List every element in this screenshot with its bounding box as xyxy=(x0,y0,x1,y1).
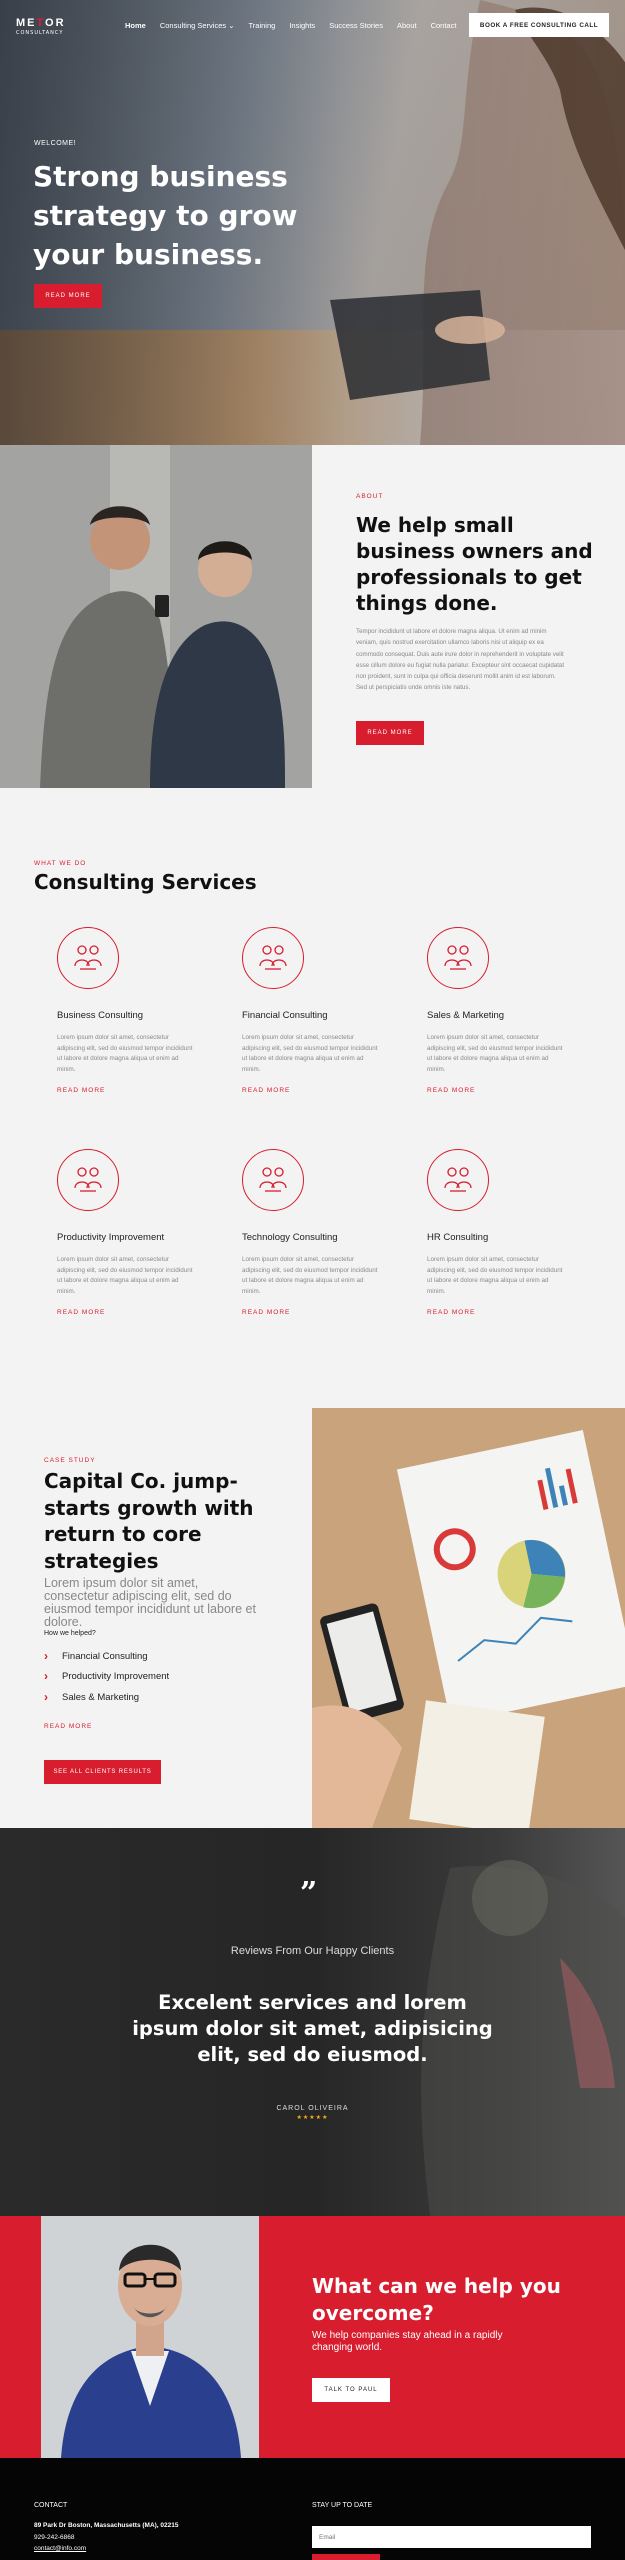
service-read-more-link[interactable]: READ MORE xyxy=(242,1087,392,1094)
testimonial-label: Reviews From Our Happy Clients xyxy=(230,1945,395,1957)
footer-email-link[interactable]: contact@info.com xyxy=(34,2545,86,2552)
cta-title: What can we help you overcome? xyxy=(312,2274,561,2325)
services-title: Consulting Services xyxy=(34,870,257,894)
services-eyebrow: WHAT WE DO xyxy=(34,860,87,867)
service-card: Business Consulting Lorem ipsum dolor si… xyxy=(57,927,207,1094)
testimonial-author: CAROL OLIVEIRA xyxy=(276,2105,349,2112)
hero-welcome: WELCOME! xyxy=(34,140,77,147)
case-study-title: Capital Co. jump-starts growth with retu… xyxy=(44,1469,254,1573)
footer-newsletter-heading: STAY UP TO DATE xyxy=(312,2502,373,2509)
service-read-more-link[interactable]: READ MORE xyxy=(427,1309,577,1316)
service-name: Financial Consulting xyxy=(242,1010,328,1021)
logo-subtitle: CONSULTANCY xyxy=(16,30,64,36)
service-name: Business Consulting xyxy=(57,1010,144,1021)
logo-text: OR xyxy=(45,17,66,29)
star-rating-icon: ★★★★★ xyxy=(296,2114,329,2121)
nav-item-home[interactable]: Home xyxy=(125,21,146,30)
cta-man-portrait-image xyxy=(41,2216,259,2458)
nav-item-about[interactable]: About xyxy=(397,21,417,30)
case-study-item-label: Productivity Improvement xyxy=(62,1670,170,1682)
cta-body: We help companies stay ahead in a rapidl… xyxy=(312,2330,503,2353)
service-desc: Lorem ipsum dolor sit amet, consectetur … xyxy=(242,1256,378,1295)
consultants-icon xyxy=(57,927,119,989)
service-card: Technology Consulting Lorem ipsum dolor … xyxy=(242,1149,392,1316)
logo[interactable]: METOR CONSULTANCY xyxy=(16,17,66,36)
service-read-more-link[interactable]: READ MORE xyxy=(57,1309,207,1316)
quote-icon: ” xyxy=(300,1876,318,1911)
hero-title: Strong business strategy to grow your bu… xyxy=(33,160,298,271)
service-read-more-link[interactable]: READ MORE xyxy=(427,1087,577,1094)
chevron-right-icon: › xyxy=(44,1649,48,1663)
about-body: Tempor incididunt ut labore et dolore ma… xyxy=(356,628,565,692)
consultants-icon xyxy=(242,1149,304,1211)
case-study-image xyxy=(312,1408,625,1828)
service-name: Sales & Marketing xyxy=(427,1010,505,1021)
see-all-clients-results-button[interactable]: SEE ALL CLIENTS RESULTS xyxy=(44,1760,161,1784)
case-study-item-label: Sales & Marketing xyxy=(62,1691,140,1703)
service-name: HR Consulting xyxy=(427,1232,489,1243)
nav-item-success-stories[interactable]: Success Stories xyxy=(329,21,383,30)
testimonial-quote: Excelent services and lorem ipsum dolor … xyxy=(132,1991,493,2066)
consultants-icon xyxy=(427,927,489,989)
case-study-list-item: › Financial Consulting xyxy=(44,1649,148,1663)
case-study-list-item: › Sales & Marketing xyxy=(44,1690,139,1704)
footer-address: 89 Park Dr Boston, Massachusetts (MA), 0… xyxy=(34,2522,179,2529)
nav-item-training[interactable]: Training xyxy=(249,21,276,30)
service-read-more-link[interactable]: READ MORE xyxy=(242,1309,392,1316)
logo-text-accent: T xyxy=(36,17,46,29)
newsletter-submit-button[interactable] xyxy=(312,2554,380,2560)
service-name: Productivity Improvement xyxy=(57,1232,165,1243)
nav-item-consulting-services[interactable]: Consulting Services ⌄ xyxy=(160,21,235,30)
chevron-right-icon: › xyxy=(44,1669,48,1683)
talk-to-paul-button[interactable]: TALK TO PAUL xyxy=(312,2378,390,2402)
book-consulting-call-button[interactable]: BOOK A FREE CONSULTING CALL xyxy=(469,13,609,37)
case-study-read-more-link[interactable]: READ MORE xyxy=(44,1723,92,1730)
service-name: Technology Consulting xyxy=(242,1232,338,1243)
newsletter-email-input[interactable] xyxy=(312,2526,591,2548)
about-eyebrow: ABOUT xyxy=(356,493,384,500)
chevron-right-icon: › xyxy=(44,1690,48,1704)
footer-phone[interactable]: 929-242-6868 xyxy=(34,2534,74,2541)
case-study-item-label: Financial Consulting xyxy=(62,1650,148,1662)
service-card: Productivity Improvement Lorem ipsum dol… xyxy=(57,1149,207,1316)
service-read-more-link[interactable]: READ MORE xyxy=(57,1087,207,1094)
hero-read-more-button[interactable]: READ MORE xyxy=(34,284,102,308)
about-read-more-button[interactable]: READ MORE xyxy=(356,721,424,745)
about-title: We help small business owners and profes… xyxy=(356,513,593,615)
case-study-helped-label: How we helped? xyxy=(44,1630,96,1637)
service-desc: Lorem ipsum dolor sit amet, consectetur … xyxy=(427,1034,563,1073)
case-study-subtitle: Lorem ipsum dolor sit amet, consectetur … xyxy=(44,1576,256,1629)
main-nav: Home Consulting Services ⌄ Training Insi… xyxy=(125,21,456,30)
about-image xyxy=(0,445,312,788)
service-desc: Lorem ipsum dolor sit amet, consectetur … xyxy=(57,1034,193,1073)
consultants-icon xyxy=(57,1149,119,1211)
case-study-list-item: › Productivity Improvement xyxy=(44,1669,169,1683)
nav-item-insights[interactable]: Insights xyxy=(289,21,315,30)
service-card: HR Consulting Lorem ipsum dolor sit amet… xyxy=(427,1149,577,1316)
service-desc: Lorem ipsum dolor sit amet, consectetur … xyxy=(242,1034,378,1073)
logo-text: ME xyxy=(16,17,37,29)
consultants-icon xyxy=(427,1149,489,1211)
service-desc: Lorem ipsum dolor sit amet, consectetur … xyxy=(427,1256,563,1295)
nav-item-contact[interactable]: Contact xyxy=(431,21,457,30)
service-desc: Lorem ipsum dolor sit amet, consectetur … xyxy=(57,1256,193,1295)
consultants-icon xyxy=(242,927,304,989)
service-card: Sales & Marketing Lorem ipsum dolor sit … xyxy=(427,927,577,1094)
service-card: Financial Consulting Lorem ipsum dolor s… xyxy=(242,927,392,1094)
footer-contact-heading: CONTACT xyxy=(34,2502,68,2509)
case-study-eyebrow: CASE STUDY xyxy=(44,1457,96,1464)
